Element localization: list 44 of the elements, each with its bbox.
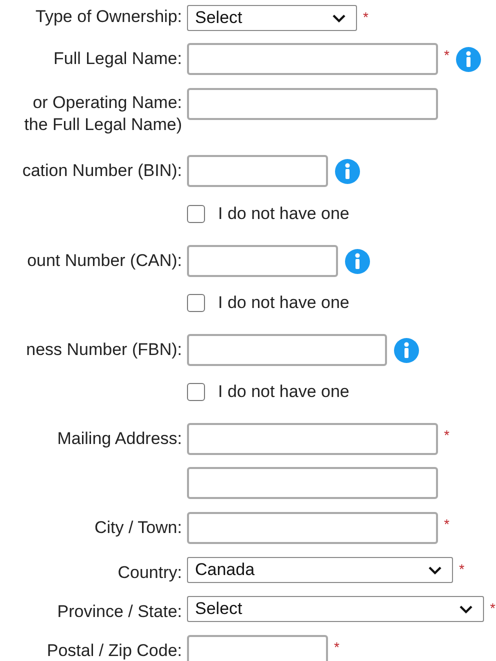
info-icon[interactable] <box>456 46 482 72</box>
required-mark: * <box>459 561 464 577</box>
field-label: Country: <box>118 563 182 583</box>
text-field[interactable] <box>187 88 438 120</box>
field-label: Province / State: <box>57 602 182 622</box>
required-mark: * <box>444 516 450 532</box>
text-field[interactable] <box>187 155 328 187</box>
field-label: Postal / Zip Code: <box>46 641 182 661</box>
info-icon[interactable] <box>394 338 419 362</box>
field-label: ness Number (FBN): <box>26 340 182 360</box>
dropdown[interactable]: Select <box>187 596 484 622</box>
required-mark: * <box>363 9 368 25</box>
checkbox-label: I do not have one <box>218 205 350 223</box>
chevron-icon <box>332 14 346 22</box>
info-icon[interactable] <box>345 248 370 274</box>
dropdown[interactable]: Select <box>187 5 357 31</box>
text-field[interactable] <box>187 334 387 366</box>
chevron-icon <box>428 566 442 574</box>
field-label: Type of Ownership: <box>36 7 182 27</box>
text-field[interactable] <box>187 467 438 499</box>
required-mark: * <box>444 427 450 443</box>
required-mark: * <box>334 639 340 655</box>
checkbox[interactable] <box>187 205 205 223</box>
required-mark: * <box>490 600 496 616</box>
field-label: cation Number (BIN): <box>22 161 182 181</box>
field-label: or Operating Name: <box>32 92 182 114</box>
text-field[interactable] <box>187 43 438 75</box>
checkbox[interactable] <box>187 294 205 312</box>
text-field[interactable] <box>187 423 438 455</box>
field-label: the Full Legal Name) <box>24 114 182 136</box>
required-mark: * <box>444 47 450 63</box>
info-icon[interactable] <box>335 158 360 184</box>
dropdown[interactable]: Canada <box>187 557 453 583</box>
text-field[interactable] <box>187 512 438 544</box>
checkbox-label: I do not have one <box>218 383 350 401</box>
text-field[interactable] <box>187 635 328 661</box>
checkbox[interactable] <box>187 383 205 401</box>
checkbox-label: I do not have one <box>218 294 350 312</box>
field-label: Mailing Address: <box>57 429 182 449</box>
text-field[interactable] <box>187 245 338 277</box>
field-label: City / Town: <box>94 518 182 538</box>
field-label: ount Number (CAN): <box>27 251 182 271</box>
chevron-icon <box>459 604 473 614</box>
field-label: Full Legal Name: <box>53 49 182 69</box>
